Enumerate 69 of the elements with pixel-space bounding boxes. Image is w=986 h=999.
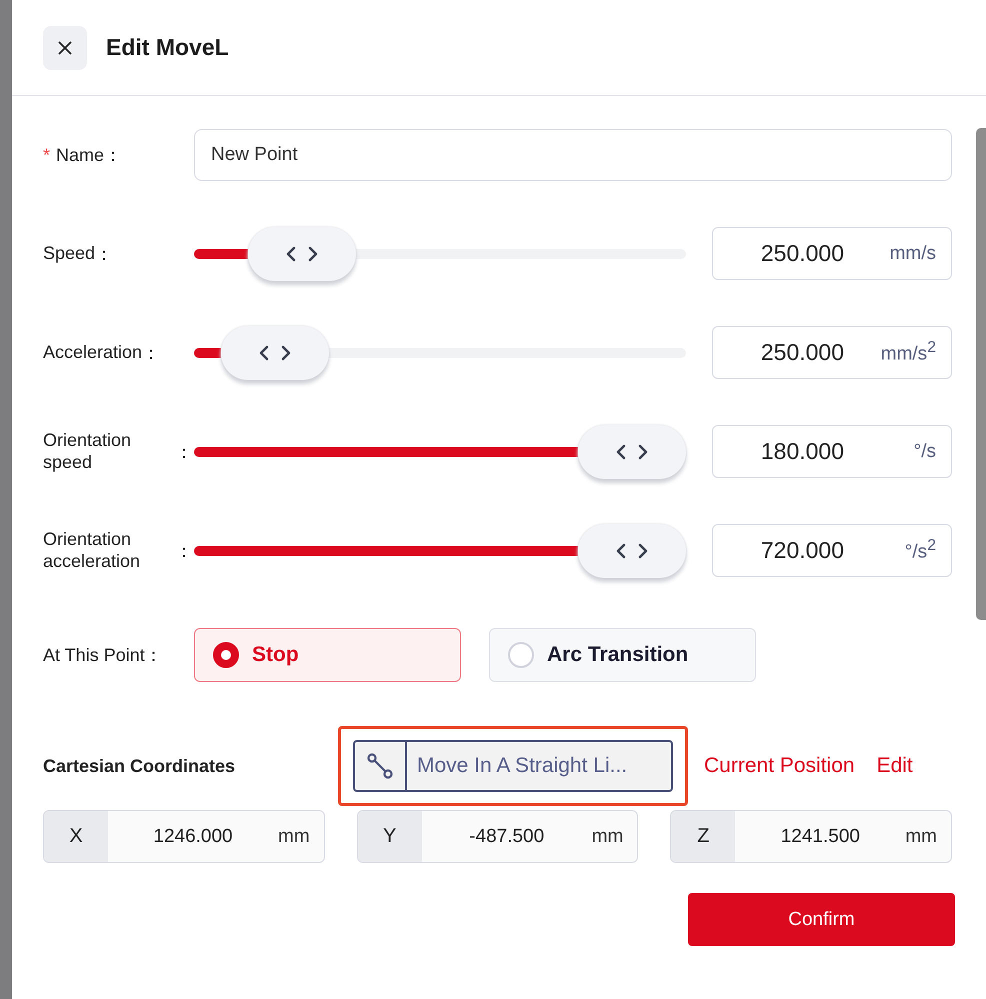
slider-handle[interactable] (578, 524, 686, 578)
unit-label: mm (905, 826, 938, 848)
scrollbar[interactable] (976, 128, 986, 620)
required-mark: * (43, 144, 50, 166)
input-value: 1246.000 (152, 826, 234, 848)
radio-option[interactable]: Stop (194, 628, 461, 682)
unit-label: mm/s$^{2}$ (880, 339, 936, 366)
coordinate-input[interactable]: Y -487.500 mm (356, 810, 638, 863)
label-colon: ： (104, 144, 122, 167)
slider[interactable] (194, 424, 686, 478)
section-label: Cartesian Coordinates (43, 756, 236, 776)
slider[interactable] (194, 326, 686, 380)
field-label: Orientation acceleration (43, 528, 142, 572)
slider-handle[interactable] (248, 226, 356, 280)
chevrons-icon (258, 344, 292, 360)
input-value: 180.000 (760, 438, 844, 465)
number-input[interactable]: 250.000 mm/s (712, 227, 952, 280)
coordinate-input[interactable]: Z 1241.500 mm (670, 810, 952, 863)
unit-label: °/s$^{2}$ (904, 537, 936, 564)
radio-icon (213, 642, 239, 668)
option-label: Arc Transition (547, 643, 688, 667)
input-value: 720.000 (760, 537, 844, 564)
chevrons-icon (614, 444, 649, 460)
chevrons-icon (614, 542, 649, 558)
number-input[interactable]: 180.000 °/s (712, 425, 952, 478)
label-colon: ： (175, 540, 193, 562)
chevrons-icon (285, 246, 320, 262)
confirm-button[interactable]: Confirm (688, 893, 955, 946)
unit-label: mm (278, 826, 311, 848)
field-label: Speed (43, 242, 96, 264)
label-colon: ： (175, 440, 193, 464)
coordinate-input[interactable]: X 1246.000 mm (43, 810, 325, 863)
dialog-title: Edit MoveL (106, 34, 229, 61)
unit-label: °/s (912, 440, 936, 462)
input-value: -487.500 (468, 826, 546, 848)
number-input[interactable]: 250.000 mm/s$^{2}$ (712, 326, 952, 379)
number-input[interactable]: 720.000 °/s$^{2}$ (712, 524, 952, 577)
radio-icon (508, 642, 534, 668)
slider-fill (194, 248, 248, 258)
label-colon: ： (95, 242, 114, 266)
radio-option[interactable]: Arc Transition (489, 628, 756, 682)
axis-label: Z (671, 811, 736, 862)
name-input[interactable]: New Point (194, 129, 952, 181)
input-value: 1241.500 (780, 826, 861, 848)
label-colon: ： (144, 644, 163, 667)
motion-mode-select[interactable]: Move In A Straight Li... (353, 740, 673, 792)
field-label: At This Point (43, 644, 145, 666)
axis-label: Y (358, 811, 422, 862)
slider-fill (194, 348, 222, 358)
path-icon (367, 753, 393, 779)
slider[interactable] (194, 524, 686, 578)
slider-handle[interactable] (221, 326, 330, 380)
text-link[interactable]: Edit (876, 754, 913, 778)
field-label: Orientation speed (43, 430, 132, 474)
option-label: Stop (252, 643, 299, 667)
field-label: Name (56, 144, 104, 166)
input-value: 250.000 (760, 240, 844, 267)
field-label: Acceleration (43, 342, 142, 364)
unit-label: mm (592, 826, 624, 848)
slider[interactable] (194, 226, 686, 280)
text-link[interactable]: Current Position (704, 754, 855, 778)
axis-label: X (44, 811, 108, 862)
unit-label: mm/s (888, 242, 936, 264)
slider-handle[interactable] (578, 424, 686, 478)
label-colon: ： (142, 342, 160, 364)
close-button[interactable] (43, 26, 87, 70)
input-value: 250.000 (760, 339, 844, 366)
select-value: Move In A Straight Li... (416, 754, 628, 778)
close-icon (57, 40, 73, 56)
